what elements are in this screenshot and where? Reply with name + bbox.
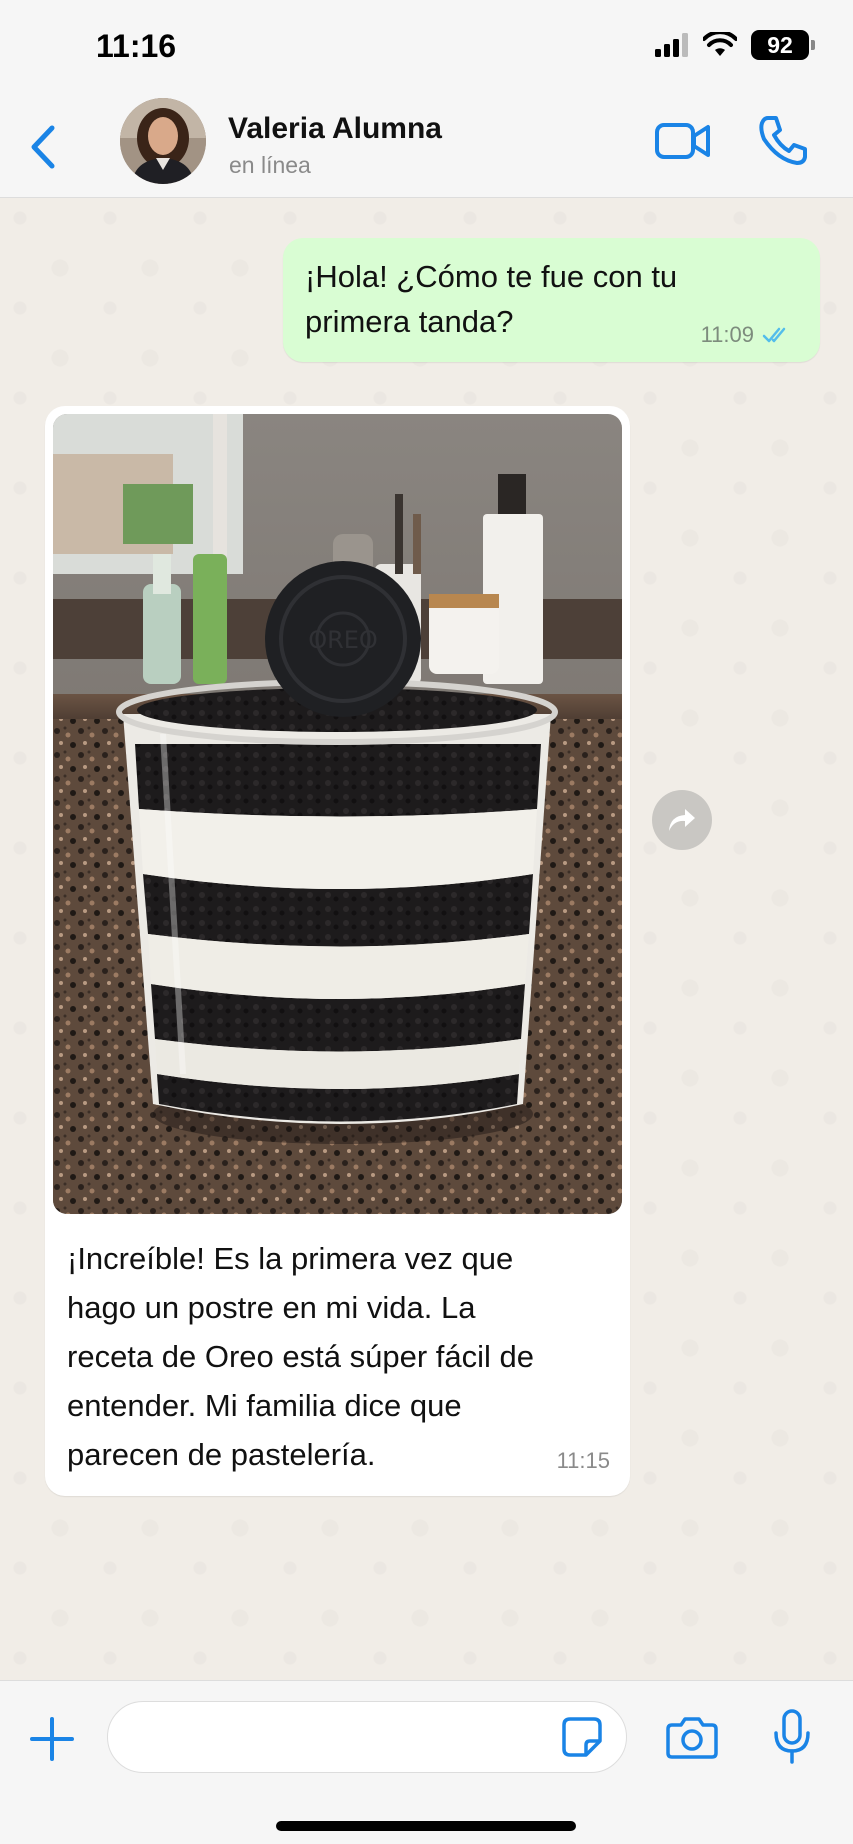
- microphone-icon[interactable]: [772, 1709, 812, 1765]
- status-bar: 11:16 92: [0, 0, 853, 96]
- message-meta: 11:09: [701, 322, 792, 348]
- outgoing-message-bubble[interactable]: ¡Hola! ¿Cómo te fue con tu primera tanda…: [283, 238, 820, 362]
- video-camera-icon[interactable]: [654, 116, 712, 166]
- signal-icon: [655, 33, 689, 57]
- message-input[interactable]: [107, 1701, 627, 1773]
- avatar[interactable]: [120, 98, 206, 184]
- chat-header: Valeria Alumna en línea: [0, 96, 853, 198]
- message-photo[interactable]: OREO: [53, 414, 622, 1214]
- status-time: 11:16: [96, 28, 177, 64]
- message-text: ¡Hola! ¿Cómo te fue con tu primera tanda…: [305, 259, 678, 339]
- message-text: ¡Increíble! Es la primera vez que hago u…: [67, 1241, 534, 1472]
- chat-area[interactable]: ¡Hola! ¿Cómo te fue con tu primera tanda…: [0, 198, 853, 1680]
- status-icons: 92: [655, 30, 815, 60]
- forward-arrow-icon: [667, 807, 697, 833]
- incoming-message-bubble[interactable]: OREO ¡Increíble! Es la primera vez que h…: [45, 406, 630, 1496]
- contact-name[interactable]: Valeria Alumna: [228, 112, 442, 146]
- message-time: 11:15: [556, 1448, 610, 1473]
- plus-icon[interactable]: [30, 1717, 74, 1761]
- home-indicator: [276, 1821, 576, 1831]
- chevron-left-icon[interactable]: [24, 122, 64, 172]
- message-input-bar: [0, 1680, 853, 1844]
- sticker-icon[interactable]: [560, 1715, 604, 1759]
- wifi-icon: [703, 32, 737, 58]
- forward-button[interactable]: [652, 790, 712, 850]
- message-time: 11:09: [700, 322, 754, 347]
- battery-indicator: 92: [751, 30, 815, 60]
- double-check-icon: [762, 325, 792, 345]
- contact-status: en línea: [229, 152, 311, 178]
- svg-text:OREO: OREO: [308, 626, 378, 654]
- phone-icon[interactable]: [758, 114, 808, 166]
- camera-icon[interactable]: [666, 1715, 718, 1759]
